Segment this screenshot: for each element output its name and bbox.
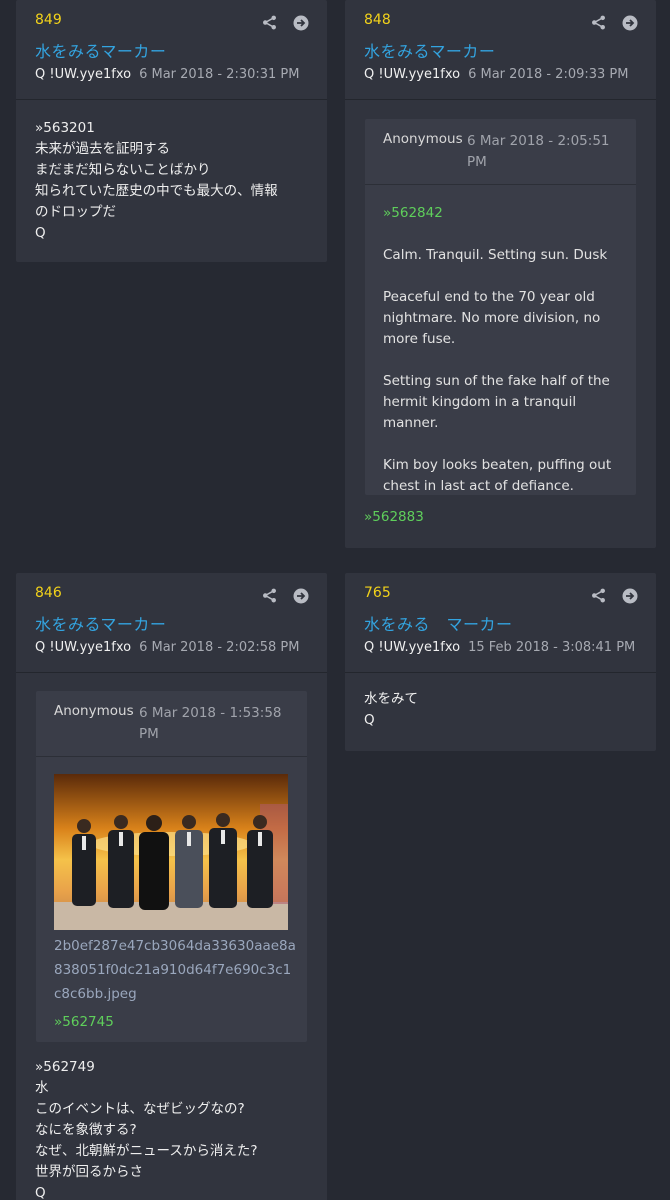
post-header: 848 水をみるマーカー Q !UW.yye1fxo 6 Mar 2018 - 2…	[345, 0, 656, 100]
post-card-765: 765 水をみる マーカー Q !UW.yye1fxo 15 Feb 2018 -…	[345, 573, 656, 751]
quoted-line: more fuse.	[383, 331, 456, 347]
quoted-date-line: 6 Mar 2018 - 1:53:58	[139, 705, 282, 721]
post-actions	[251, 585, 309, 604]
quoted-post: Anonymous 6 Mar 2018 - 2:05:51 PM »56284…	[365, 119, 636, 495]
post-meta: Q !UW.yye1fxo 15 Feb 2018 - 3:08:41 PM	[364, 640, 635, 655]
share-icon[interactable]	[591, 15, 606, 30]
post-title[interactable]: 水をみる マーカー	[364, 611, 513, 635]
post-number[interactable]: 846	[35, 585, 62, 601]
quoted-paragraph: Calm. Tranquil. Setting sun. Dusk	[383, 245, 618, 266]
quoted-date: 6 Mar 2018 - 1:53:58 PM	[139, 703, 282, 745]
filename-line: c8c6bb.jpeg	[54, 986, 137, 1002]
post-actions	[580, 12, 638, 31]
quoted-ref-link[interactable]: »562842	[383, 203, 618, 224]
post-line: まだまだ知らないことばかり	[35, 162, 211, 178]
post-actions	[251, 12, 309, 31]
quoted-date-line: PM	[467, 154, 487, 170]
post-title[interactable]: 水をみるマーカー	[35, 38, 166, 62]
quoted-date: 6 Mar 2018 - 2:05:51 PM	[467, 131, 610, 173]
quoted-paragraph: Kim boy looks beaten, puffing out chest i…	[383, 455, 618, 497]
post-header: 849 水をみるマーカー Q !UW.yye1fxo 6 Mar 2018 - 2…	[16, 0, 327, 100]
reply-ref-link[interactable]: »562883	[364, 509, 424, 525]
share-icon[interactable]	[262, 15, 277, 30]
post-date: 6 Mar 2018 - 2:30:31 PM	[139, 67, 300, 82]
quoted-post-body: 2b0ef287e47cb3064da33630aae8a 838051f0dc…	[36, 757, 307, 1051]
quoted-line: Kim boy looks beaten, puffing out	[383, 457, 612, 473]
post-title[interactable]: 水をみるマーカー	[35, 611, 166, 635]
quoted-post-header: Anonymous 6 Mar 2018 - 2:05:51 PM	[365, 119, 636, 185]
post-title[interactable]: 水をみるマーカー	[364, 38, 495, 62]
post-author: Q !UW.yye1fxo	[35, 640, 132, 655]
post-body: »562749 水 このイベントは、なぜビッグなの? なにを象徴する? なぜ、北…	[16, 1057, 277, 1200]
filename-line: 838051f0dc21a910d64f7e690c3c1	[54, 962, 292, 978]
post-author: Q !UW.yye1fxo	[364, 67, 461, 82]
share-icon[interactable]	[591, 588, 606, 603]
post-body: »563201 未来が過去を証明する まだまだ知らないことばかり 知られていた歴…	[16, 100, 327, 244]
quoted-line: Peaceful end to the 70 year old	[383, 289, 595, 305]
post-line: なにを象徴する?	[35, 1122, 137, 1138]
quoted-author: Anonymous	[54, 703, 134, 719]
post-date: 6 Mar 2018 - 2:02:58 PM	[139, 640, 300, 655]
post-body: 水をみて Q	[345, 673, 656, 731]
post-meta: Q !UW.yye1fxo 6 Mar 2018 - 2:09:33 PM	[364, 67, 628, 82]
post-author: Q !UW.yye1fxo	[364, 640, 461, 655]
quoted-post-header: Anonymous 6 Mar 2018 - 1:53:58 PM	[36, 691, 307, 757]
quoted-line: nightmare. No more division, no	[383, 310, 601, 326]
post-author: Q !UW.yye1fxo	[35, 67, 132, 82]
arrow-right-circle-icon[interactable]	[293, 588, 309, 604]
post-ref-link[interactable]: »563201	[35, 118, 308, 139]
post-card-849: 849 水をみるマーカー Q !UW.yye1fxo 6 Mar 2018 - 2…	[16, 0, 327, 262]
post-card-848: 848 水をみるマーカー Q !UW.yye1fxo 6 Mar 2018 - 2…	[345, 0, 656, 548]
post-number[interactable]: 848	[364, 12, 391, 28]
post-ref-link[interactable]: »562749	[35, 1057, 258, 1078]
quoted-author: Anonymous	[383, 131, 463, 147]
quoted-date-line: 6 Mar 2018 - 2:05:51	[467, 133, 610, 149]
quoted-date-line: PM	[139, 726, 159, 742]
quoted-ref-link[interactable]: »562745	[54, 1012, 289, 1033]
quoted-paragraph: Peaceful end to the 70 year old nightmare…	[383, 287, 618, 350]
post-line: 未来が過去を証明する	[35, 141, 170, 157]
arrow-right-circle-icon[interactable]	[293, 15, 309, 31]
arrow-right-circle-icon[interactable]	[622, 15, 638, 31]
quoted-line: Calm. Tranquil. Setting sun. Dusk	[383, 247, 608, 263]
post-signature: Q	[35, 225, 46, 241]
post-signature: Q	[364, 712, 375, 728]
filename-line: 2b0ef287e47cb3064da33630aae8a	[54, 938, 296, 954]
post-number[interactable]: 849	[35, 12, 62, 28]
post-date: 6 Mar 2018 - 2:09:33 PM	[468, 67, 629, 82]
post-number[interactable]: 765	[364, 585, 391, 601]
share-icon[interactable]	[262, 588, 277, 603]
attachment-filename[interactable]: 2b0ef287e47cb3064da33630aae8a 838051f0dc…	[54, 934, 296, 1006]
quoted-post-body: »562842 Calm. Tranquil. Setting sun. Dus…	[365, 185, 636, 515]
post-line: なぜ、北朝鮮がニュースから消えた?	[35, 1143, 258, 1159]
post-meta: Q !UW.yye1fxo 6 Mar 2018 - 2:30:31 PM	[35, 67, 299, 82]
post-line: 世界が回るからさ	[35, 1164, 143, 1180]
post-line: 知られていた歴史の中でも最大の、情報	[35, 183, 278, 199]
post-meta: Q !UW.yye1fxo 6 Mar 2018 - 2:02:58 PM	[35, 640, 299, 655]
post-date: 15 Feb 2018 - 3:08:41 PM	[468, 640, 636, 655]
post-actions	[580, 585, 638, 604]
quoted-line: Setting sun of the fake half of the	[383, 373, 610, 389]
post-line: 水	[35, 1080, 49, 1096]
quoted-post: Anonymous 6 Mar 2018 - 1:53:58 PM 2b0ef2…	[36, 691, 307, 1042]
quoted-line: chest in last act of defiance.	[383, 478, 574, 494]
post-signature: Q	[35, 1185, 46, 1200]
post-line: のドロップだ	[35, 204, 116, 220]
attached-photo[interactable]	[54, 774, 288, 930]
post-card-846: 846 水をみるマーカー Q !UW.yye1fxo 6 Mar 2018 - 2…	[16, 573, 327, 1200]
quoted-paragraph: Setting sun of the fake half of the hermi…	[383, 371, 618, 434]
post-header: 765 水をみる マーカー Q !UW.yye1fxo 15 Feb 2018 -…	[345, 573, 656, 673]
arrow-right-circle-icon[interactable]	[622, 588, 638, 604]
quoted-line: hermit kingdom in a tranquil manner.	[383, 394, 577, 431]
post-line: このイベントは、なぜビッグなの?	[35, 1101, 245, 1117]
post-header: 846 水をみるマーカー Q !UW.yye1fxo 6 Mar 2018 - 2…	[16, 573, 327, 673]
post-line: 水をみて	[364, 691, 418, 707]
